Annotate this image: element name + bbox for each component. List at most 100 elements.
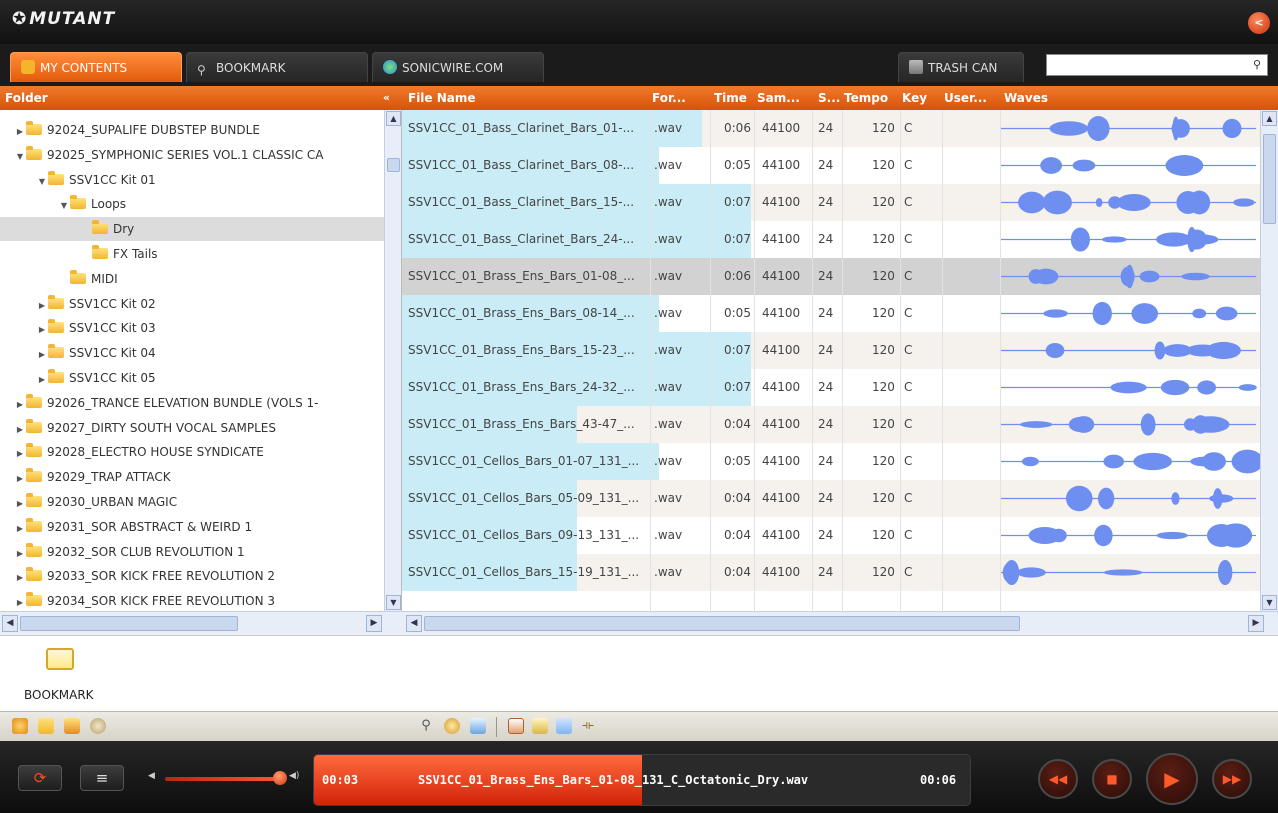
folder-tree-item[interactable]: ▶ SSV1CC Kit 03: [0, 316, 384, 340]
expand-arrow-icon[interactable]: ▶: [36, 368, 48, 390]
scroll-thumb[interactable]: [387, 158, 400, 172]
column-header-bits[interactable]: S...: [818, 86, 840, 110]
file-row[interactable]: SSV1CC_01_Cellos_Bars_05-09_131_... .wav 0…: [402, 480, 1260, 517]
scroll-up-icon[interactable]: ▲: [1262, 111, 1277, 126]
close-icon[interactable]: <: [1248, 12, 1270, 34]
folder-tree-item[interactable]: ▶ 92026_TRANCE ELEVATION BUNDLE (VOLS 1-: [0, 391, 384, 415]
expand-arrow-icon[interactable]: ▶: [14, 542, 26, 564]
folder-tree-item[interactable]: ▶ 92031_SOR ABSTRACT & WEIRD 1: [0, 515, 384, 539]
folder-tree-item[interactable]: ▶ 92024_SUPALIFE DUBSTEP BUNDLE: [0, 118, 384, 142]
folder-tree-item[interactable]: ▶ 92028_ELECTRO HOUSE SYNDICATE: [0, 440, 384, 464]
scroll-thumb[interactable]: [1263, 134, 1276, 224]
scroll-right-icon[interactable]: ▶: [1248, 615, 1264, 632]
column-header-time[interactable]: Time: [714, 86, 747, 110]
collapse-arrow-icon[interactable]: ▼: [36, 170, 48, 192]
add-content-icon[interactable]: [12, 718, 28, 734]
waveform-preview[interactable]: [1000, 110, 1260, 147]
expand-arrow-icon[interactable]: ▶: [14, 566, 26, 588]
delete-folder-icon[interactable]: [64, 718, 80, 734]
file-list-scrollbar[interactable]: ▲ ▼: [1260, 110, 1278, 611]
file-list-hscrollbar[interactable]: ◀ ▶: [402, 611, 1278, 635]
collapse-panel-button[interactable]: «: [383, 86, 390, 110]
file-row[interactable]: SSV1CC_01_Brass_Ens_Bars_08-14_... .wav 0:…: [402, 295, 1260, 332]
folder-tree-item[interactable]: ▶ 92032_SOR CLUB REVOLUTION 1: [0, 540, 384, 564]
expand-arrow-icon[interactable]: ▶: [14, 442, 26, 464]
playlist-icon[interactable]: ≡: [80, 765, 124, 791]
scroll-left-icon[interactable]: ◀: [2, 615, 18, 632]
expand-arrow-icon[interactable]: ▶: [36, 318, 48, 340]
folder-tree-item[interactable]: ▼ 92025_SYMPHONIC SERIES VOL.1 CLASSIC CA: [0, 143, 384, 167]
tab-sonicwire[interactable]: SONICWIRE.COM: [372, 52, 544, 82]
expand-arrow-icon[interactable]: ▶: [14, 120, 26, 142]
file-row[interactable]: SSV1CC_01_Brass_Ens_Bars_43-47_... .wav 0:…: [402, 406, 1260, 443]
stop-button[interactable]: ■: [1092, 759, 1132, 799]
file-row[interactable]: SSV1CC_01_Bass_Clarinet_Bars_15-... .wav 0…: [402, 184, 1260, 221]
collapse-arrow-icon[interactable]: ▼: [58, 194, 70, 216]
waveform-preview[interactable]: [1000, 480, 1260, 517]
tab-trash-can[interactable]: TRASH CAN: [898, 52, 1024, 82]
tab-my-contents[interactable]: MY CONTENTS: [10, 52, 182, 82]
file-row[interactable]: SSV1CC_01_Brass_Ens_Bars_24-32_... .wav 0:…: [402, 369, 1260, 406]
list-icon[interactable]: [556, 718, 572, 734]
waveform-icon[interactable]: ⟛: [580, 718, 596, 734]
folder-tree-item[interactable]: Dry: [0, 217, 384, 242]
expand-arrow-icon[interactable]: ▶: [14, 418, 26, 440]
tab-bookmark[interactable]: ⚲ BOOKMARK: [186, 52, 368, 82]
file-row[interactable]: SSV1CC_01_Brass_Ens_Bars_15-23_... .wav 0:…: [402, 332, 1260, 369]
expand-arrow-icon[interactable]: ▶: [36, 343, 48, 365]
folder-hscrollbar[interactable]: ◀ ▶: [0, 611, 402, 635]
collapse-arrow-icon[interactable]: ▼: [14, 145, 26, 167]
folder-tree-item[interactable]: ▶ SSV1CC Kit 04: [0, 341, 384, 365]
expand-arrow-icon[interactable]: ▶: [14, 492, 26, 514]
expand-arrow-icon[interactable]: ▶: [14, 393, 26, 415]
column-header-sample-rate[interactable]: Sam...: [757, 86, 800, 110]
new-folder-icon[interactable]: [38, 718, 54, 734]
expand-arrow-icon[interactable]: ▶: [36, 294, 48, 316]
column-header-key[interactable]: Key: [902, 86, 927, 110]
paperclip-icon[interactable]: ⚲: [418, 718, 434, 734]
waveform-preview[interactable]: [1000, 295, 1260, 332]
hscroll-thumb[interactable]: [20, 616, 238, 631]
column-header-tempo[interactable]: Tempo: [844, 86, 888, 110]
folder-tree-item[interactable]: ▶ 92029_TRAP ATTACK: [0, 465, 384, 489]
file-row[interactable]: SSV1CC_01_Cellos_Bars_01-07_131_... .wav 0…: [402, 443, 1260, 480]
new-file-icon[interactable]: [470, 718, 486, 734]
waveform-preview[interactable]: [1000, 221, 1260, 258]
waveform-preview[interactable]: [1000, 443, 1260, 480]
scroll-down-icon[interactable]: ▼: [1262, 595, 1277, 610]
file-row[interactable]: SSV1CC_01_Cellos_Bars_15-19_131_... .wav 0…: [402, 554, 1260, 591]
waveform-preview[interactable]: [1000, 406, 1260, 443]
scroll-down-icon[interactable]: ▼: [386, 595, 401, 610]
waveform-preview[interactable]: [1000, 517, 1260, 554]
file-row[interactable]: SSV1CC_01_Brass_Ens_Bars_01-08_... .wav 0:…: [402, 258, 1260, 295]
folder-tree-item[interactable]: ▼ Loops: [0, 192, 384, 216]
now-playing-panel[interactable]: 00:03 SSV1CC_01_Brass_Ens_Bars_01-08_131…: [313, 754, 971, 806]
folder-tree-item[interactable]: FX Tails: [0, 242, 384, 266]
file-row[interactable]: SSV1CC_01_Bass_Clarinet_Bars_24-... .wav 0…: [402, 221, 1260, 258]
folder-tree-item[interactable]: ▶ SSV1CC Kit 05: [0, 366, 384, 390]
file-settings-icon[interactable]: [444, 718, 460, 734]
folder-settings-icon[interactable]: [90, 718, 106, 734]
waveform-preview[interactable]: [1000, 184, 1260, 221]
edit-icon[interactable]: [532, 718, 548, 734]
column-header-waves[interactable]: Waves: [1004, 86, 1048, 110]
waveform-preview[interactable]: [1000, 147, 1260, 184]
search-input[interactable]: ⚲: [1046, 54, 1268, 76]
bookmark-folder-icon[interactable]: [46, 648, 74, 670]
expand-arrow-icon[interactable]: ▶: [14, 591, 26, 611]
waveform-preview[interactable]: [1000, 554, 1260, 591]
loop-icon[interactable]: ⟳: [18, 765, 62, 791]
folder-tree-item[interactable]: MIDI: [0, 267, 384, 291]
expand-arrow-icon[interactable]: ▶: [14, 517, 26, 539]
folder-tree-item[interactable]: ▶ SSV1CC Kit 02: [0, 292, 384, 316]
play-button[interactable]: ▶: [1146, 753, 1198, 805]
volume-knob[interactable]: [273, 771, 287, 785]
folder-tree-item[interactable]: ▼ SSV1CC Kit 01: [0, 168, 384, 192]
rewind-button[interactable]: ◀◀: [1038, 759, 1078, 799]
file-row[interactable]: SSV1CC_01_Bass_Clarinet_Bars_01-... .wav 0…: [402, 110, 1260, 147]
folder-scrollbar[interactable]: ▲ ▼: [384, 110, 401, 611]
fast-forward-button[interactable]: ▶▶: [1212, 759, 1252, 799]
scroll-right-icon[interactable]: ▶: [366, 615, 382, 632]
folder-tree-item[interactable]: ▶ 92030_URBAN MAGIC: [0, 490, 384, 514]
column-header-user[interactable]: User...: [944, 86, 987, 110]
